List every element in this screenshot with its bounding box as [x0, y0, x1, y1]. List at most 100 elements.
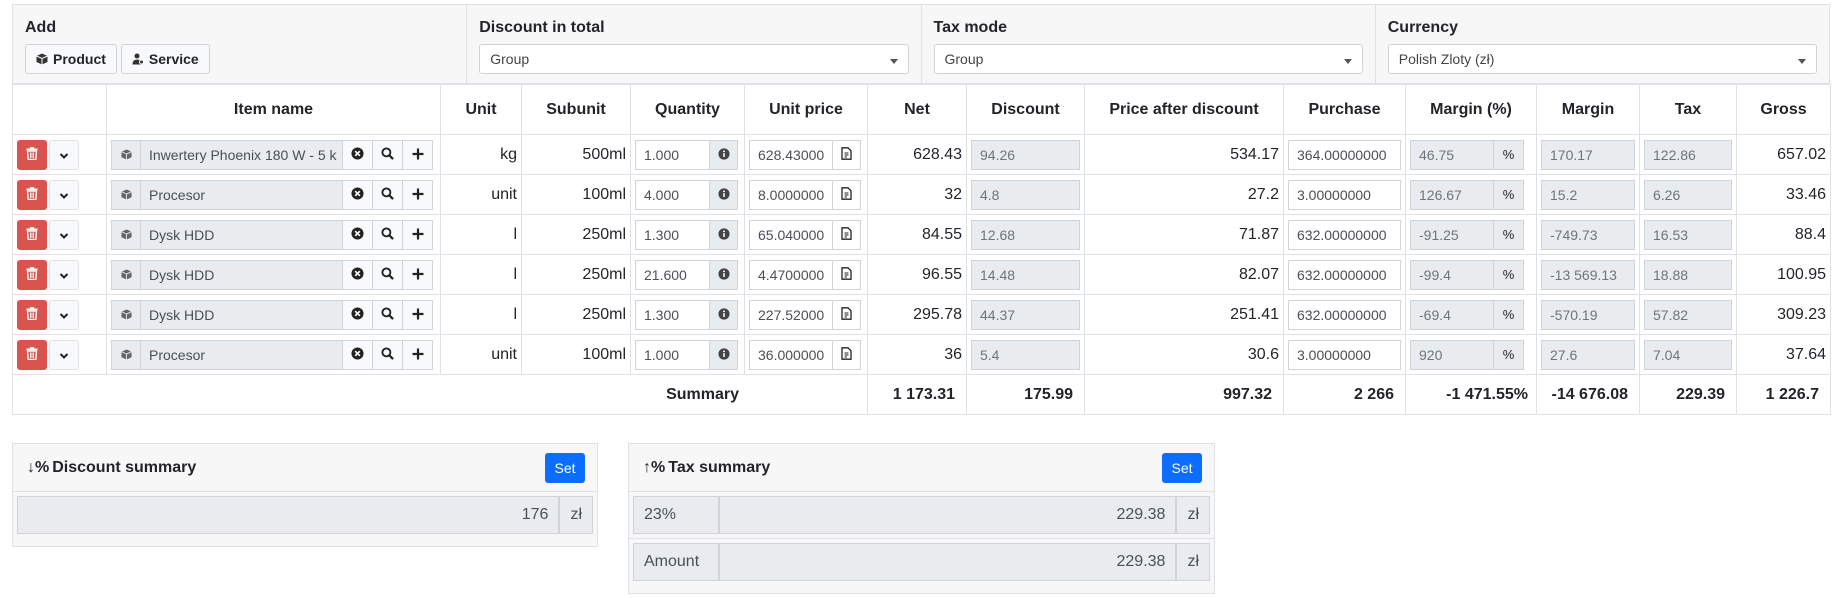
- discount-input[interactable]: 4.8: [971, 179, 1080, 210]
- clear-item-button[interactable]: [343, 299, 373, 330]
- unit-price-input[interactable]: 628.43000: [749, 139, 833, 170]
- clear-item-button[interactable]: [343, 219, 373, 250]
- purchase-input[interactable]: 632.00000000: [1288, 259, 1401, 290]
- unit-price-input[interactable]: 227.52000: [749, 299, 833, 330]
- expand-row-button[interactable]: [49, 299, 79, 330]
- unit-price-input[interactable]: 4.4700000: [749, 259, 833, 290]
- clear-item-button[interactable]: [343, 339, 373, 370]
- unit-price-input[interactable]: 8.0000000: [749, 179, 833, 210]
- add-product-button[interactable]: Product: [25, 44, 117, 74]
- price-list-button[interactable]: [833, 219, 861, 250]
- price-list-button[interactable]: [833, 259, 861, 290]
- purchase-input[interactable]: 632.00000000: [1288, 299, 1401, 330]
- price-list-button[interactable]: [833, 179, 861, 210]
- delete-row-button[interactable]: [17, 339, 47, 370]
- quantity-info-button[interactable]: [710, 219, 738, 250]
- discount-input[interactable]: 5.4: [971, 339, 1080, 370]
- search-item-button[interactable]: [373, 259, 403, 290]
- tax-set-button[interactable]: Set: [1162, 452, 1202, 483]
- item-name-input[interactable]: Procesor: [141, 339, 343, 370]
- delete-row-button[interactable]: [17, 219, 47, 250]
- add-item-button[interactable]: [403, 179, 433, 210]
- add-item-button[interactable]: [403, 259, 433, 290]
- item-name-input[interactable]: Dysk HDD: [141, 259, 343, 290]
- add-item-button[interactable]: [403, 339, 433, 370]
- add-item-button[interactable]: [403, 299, 433, 330]
- quantity-input[interactable]: 1.300: [635, 299, 710, 330]
- discount-input[interactable]: 94.26: [971, 139, 1080, 170]
- price-list-button[interactable]: [833, 339, 861, 370]
- item-name-input[interactable]: Dysk HDD: [141, 219, 343, 250]
- delete-row-button[interactable]: [17, 139, 47, 170]
- delete-row-button[interactable]: [17, 259, 47, 290]
- quantity-info-button[interactable]: [710, 339, 738, 370]
- discount-set-button[interactable]: Set: [545, 452, 585, 483]
- unit-price-input[interactable]: 65.040000: [749, 219, 833, 250]
- purchase-input[interactable]: 3.00000000: [1288, 179, 1401, 210]
- unit-price-input[interactable]: 36.000000: [749, 339, 833, 370]
- quantity-info-button[interactable]: [710, 139, 738, 170]
- quantity-input[interactable]: 4.000: [635, 179, 710, 210]
- quantity-input[interactable]: 1.000: [635, 139, 710, 170]
- margin-pct-input[interactable]: -99.4: [1410, 259, 1494, 290]
- expand-row-button[interactable]: [49, 339, 79, 370]
- add-item-button[interactable]: [403, 139, 433, 170]
- clear-item-button[interactable]: [343, 179, 373, 210]
- item-name-input[interactable]: Procesor: [141, 179, 343, 210]
- tax-input[interactable]: 7.04: [1644, 339, 1732, 370]
- margin-input[interactable]: -570.19: [1541, 299, 1635, 330]
- add-service-button[interactable]: Service: [120, 44, 210, 74]
- column-header: Margin: [1536, 84, 1640, 135]
- tax-input[interactable]: 6.26: [1644, 179, 1732, 210]
- quantity-info-button[interactable]: [710, 259, 738, 290]
- search-item-button[interactable]: [373, 219, 403, 250]
- purchase-input[interactable]: 364.00000000: [1288, 139, 1401, 170]
- item-name-input[interactable]: Dysk HDD: [141, 299, 343, 330]
- margin-pct-input[interactable]: 126.67: [1410, 179, 1494, 210]
- clear-item-button[interactable]: [343, 139, 373, 170]
- add-item-button[interactable]: [403, 219, 433, 250]
- tax-input[interactable]: 57.82: [1644, 299, 1732, 330]
- tax-input[interactable]: 18.88: [1644, 259, 1732, 290]
- quantity-input[interactable]: 1.000: [635, 339, 710, 370]
- delete-row-button[interactable]: [17, 179, 47, 210]
- margin-input[interactable]: -749.73: [1541, 219, 1635, 250]
- discount-select[interactable]: Group: [479, 44, 909, 74]
- price-list-button[interactable]: [833, 299, 861, 330]
- search-item-button[interactable]: [373, 339, 403, 370]
- search-item-button[interactable]: [373, 299, 403, 330]
- delete-row-button[interactable]: [17, 299, 47, 330]
- margin-pct-input[interactable]: -91.25: [1410, 219, 1494, 250]
- purchase-input[interactable]: 3.00000000: [1288, 339, 1401, 370]
- margin-input[interactable]: 15.2: [1541, 179, 1635, 210]
- margin-pct-input[interactable]: -69.4: [1410, 299, 1494, 330]
- margin-input[interactable]: 27.6: [1541, 339, 1635, 370]
- tax-summary-title-text: Tax summary: [668, 458, 771, 476]
- purchase-input[interactable]: 632.00000000: [1288, 219, 1401, 250]
- expand-row-button[interactable]: [49, 219, 79, 250]
- clear-item-button[interactable]: [343, 259, 373, 290]
- quantity-input[interactable]: 21.600: [635, 259, 710, 290]
- price-list-button[interactable]: [833, 139, 861, 170]
- margin-pct-input[interactable]: 920: [1410, 339, 1494, 370]
- quantity-input[interactable]: 1.300: [635, 219, 710, 250]
- discount-input[interactable]: 12.68: [971, 219, 1080, 250]
- discount-input[interactable]: 44.37: [971, 299, 1080, 330]
- currency-select[interactable]: Polish Zloty (zł): [1387, 44, 1817, 74]
- margin-input[interactable]: 170.17: [1541, 139, 1635, 170]
- tax-input[interactable]: 16.53: [1644, 219, 1732, 250]
- tax-input[interactable]: 122.86: [1644, 139, 1732, 170]
- expand-row-button[interactable]: [49, 259, 79, 290]
- quantity-info-button[interactable]: [710, 179, 738, 210]
- item-name-input[interactable]: Inwertery Phoenix 180 W - 5 k: [141, 139, 343, 170]
- quantity-info-button[interactable]: [710, 299, 738, 330]
- expand-row-button[interactable]: [49, 139, 79, 170]
- margin-input[interactable]: -13 569.13: [1541, 259, 1635, 290]
- search-item-button[interactable]: [373, 139, 403, 170]
- margin-pct-input[interactable]: 46.75: [1410, 139, 1494, 170]
- discount-input[interactable]: 14.48: [971, 259, 1080, 290]
- info-icon: [717, 267, 730, 283]
- expand-row-button[interactable]: [49, 179, 79, 210]
- search-item-button[interactable]: [373, 179, 403, 210]
- tax-mode-select[interactable]: Group: [933, 44, 1363, 74]
